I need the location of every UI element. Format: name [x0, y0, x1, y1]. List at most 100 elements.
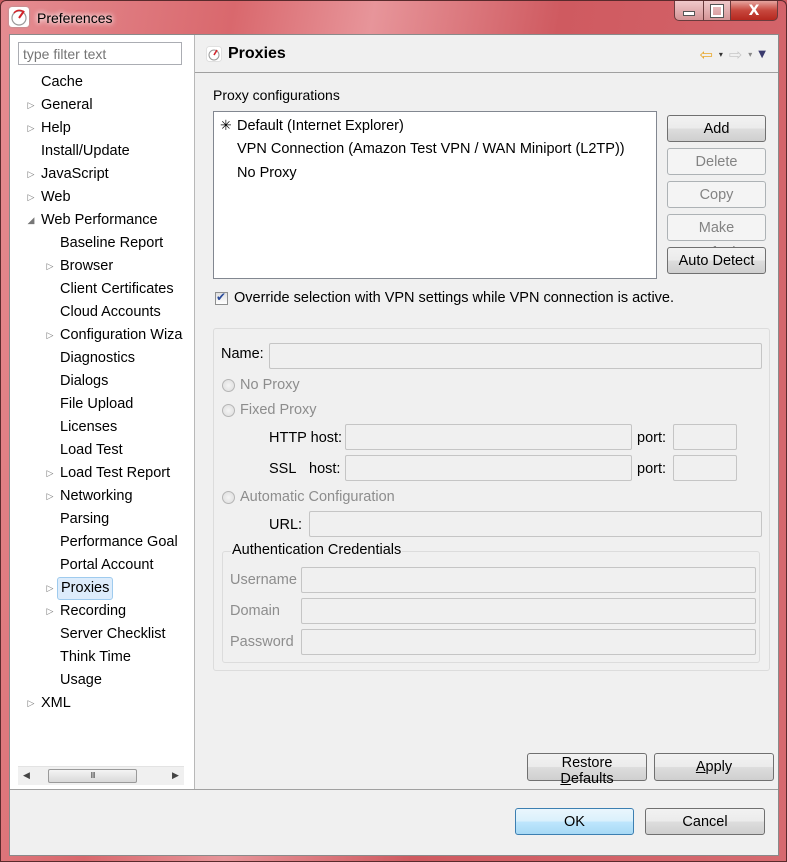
tree-item-diagnostics[interactable]: Diagnostics [10, 347, 194, 370]
no-proxy-radio-label: No Proxy [240, 377, 300, 393]
ssl-port-field[interactable] [673, 455, 737, 481]
tree-item-dialogs[interactable]: Dialogs [10, 370, 194, 393]
tree-item-label: Load Test Report [60, 465, 171, 481]
collapsed-triangle-icon[interactable]: ▷ [45, 600, 55, 623]
ok-button[interactable]: OK [515, 808, 634, 835]
back-arrow-icon[interactable]: ⇦ [699, 45, 712, 64]
tree-item-help[interactable]: ▷ Help [10, 117, 194, 140]
collapsed-triangle-icon[interactable]: ▷ [26, 163, 36, 186]
proxy-configuration-label: VPN Connection (Amazon Test VPN / WAN Mi… [237, 141, 625, 157]
domain-field[interactable] [301, 598, 756, 624]
url-field[interactable] [309, 511, 762, 537]
close-button[interactable]: X [731, 1, 778, 21]
collapsed-triangle-icon[interactable]: ▷ [26, 692, 36, 715]
override-vpn-label: Override selection with VPN settings whi… [234, 290, 675, 306]
tree-item-web[interactable]: ▷ Web [10, 186, 194, 209]
collapsed-triangle-icon[interactable]: ▷ [26, 186, 36, 209]
tree-item-client-certificates[interactable]: Client Certificates [10, 278, 194, 301]
collapsed-triangle-icon[interactable]: ▷ [26, 117, 36, 140]
tree-item-performance-goal[interactable]: Performance Goal [10, 531, 194, 554]
make-default-button[interactable]: Make Default [667, 214, 766, 261]
tree-item-label: Portal Account [60, 557, 154, 573]
tree-item-general[interactable]: ▷ General [10, 94, 194, 117]
collapsed-triangle-icon[interactable]: ▷ [26, 94, 36, 117]
minimize-button[interactable] [674, 1, 704, 21]
tree-item-label: Usage [60, 672, 102, 688]
ssl-host-field[interactable] [345, 455, 632, 481]
username-field[interactable] [301, 567, 756, 593]
tree-item-cloud-accounts[interactable]: Cloud Accounts [10, 301, 194, 324]
tree-item-baseline-report[interactable]: Baseline Report [10, 232, 194, 255]
tree-item-licenses[interactable]: Licenses [10, 416, 194, 439]
domain-label: Domain [230, 603, 280, 619]
radio-button-icon [222, 490, 235, 504]
tree-item-load-test-report[interactable]: ▷ Load Test Report [10, 462, 194, 485]
proxies-page: Proxies ⇦ ▾ ⇨ ▾ ▼ Proxy configurations ✳… [195, 35, 778, 789]
delete-button[interactable]: Delete [667, 148, 766, 175]
add-button[interactable]: Add [667, 115, 766, 142]
automatic-configuration-radio[interactable]: Automatic Configuration [222, 489, 395, 505]
auto-detect-button[interactable]: Auto Detect [667, 247, 766, 274]
tree-item-browser[interactable]: ▷ Browser [10, 255, 194, 278]
tree-item-load-test[interactable]: Load Test [10, 439, 194, 462]
proxy-configuration-item[interactable]: No Proxy [220, 162, 297, 185]
view-menu-icon[interactable]: ▼ [758, 49, 766, 60]
http-host-label: HTTP host: [269, 430, 343, 446]
collapsed-triangle-icon[interactable]: ▷ [45, 324, 55, 347]
tree-item-label: Server Checklist [60, 626, 166, 642]
fixed-proxy-radio[interactable]: Fixed Proxy [222, 402, 317, 418]
collapsed-triangle-icon[interactable]: ▷ [45, 577, 55, 600]
expanded-triangle-icon[interactable]: ◢ [26, 209, 36, 232]
scroll-grip-icon: III [90, 771, 95, 780]
title-bar[interactable]: Preferences X [1, 1, 786, 35]
forward-arrow-icon[interactable]: ⇨ [729, 45, 742, 64]
http-port-field[interactable] [673, 424, 737, 450]
collapsed-triangle-icon[interactable]: ▷ [45, 485, 55, 508]
collapsed-triangle-icon[interactable]: ▷ [45, 255, 55, 278]
maximize-button[interactable] [704, 1, 731, 21]
tree-item-think-time[interactable]: Think Time [10, 646, 194, 669]
http-host-field[interactable] [345, 424, 632, 450]
apply-button[interactable]: Apply [654, 753, 774, 781]
tree-item-web-performance[interactable]: ◢ Web Performance [10, 209, 194, 232]
tree-item-install-update[interactable]: Install/Update [10, 140, 194, 163]
tree-item-label: Client Certificates [60, 281, 174, 297]
scroll-left-arrow-icon[interactable]: ◀ [18, 767, 35, 785]
tree-item-portal-account[interactable]: Portal Account [10, 554, 194, 577]
tree-item-xml[interactable]: ▷ XML [10, 692, 194, 715]
tree-item-configuration-wiza[interactable]: ▷ Configuration Wiza [10, 324, 194, 347]
tree-item-label: Cache [41, 74, 83, 90]
tree-item-proxies[interactable]: ▷ Proxies [10, 577, 194, 600]
radio-button-icon [222, 378, 235, 392]
ssl-host-label: host: [309, 461, 341, 477]
tree-item-server-checklist[interactable]: Server Checklist [10, 623, 194, 646]
tree-item-networking[interactable]: ▷ Networking [10, 485, 194, 508]
forward-dropdown-icon[interactable]: ▾ [748, 50, 752, 59]
tree-item-cache[interactable]: Cache [10, 71, 194, 94]
proxy-configuration-item[interactable]: VPN Connection (Amazon Test VPN / WAN Mi… [220, 138, 625, 161]
tree-item-label: Help [41, 120, 71, 136]
cancel-button[interactable]: Cancel [645, 808, 765, 835]
collapsed-triangle-icon[interactable]: ▷ [45, 462, 55, 485]
scroll-thumb[interactable]: III [48, 769, 137, 783]
back-dropdown-icon[interactable]: ▾ [719, 50, 723, 59]
tree-item-recording[interactable]: ▷ Recording [10, 600, 194, 623]
override-vpn-checkbox-row[interactable]: Override selection with VPN settings whi… [215, 290, 674, 306]
proxy-configuration-item[interactable]: ✳ Default (Internet Explorer) [220, 114, 404, 137]
override-vpn-checkbox[interactable] [215, 290, 228, 305]
password-field[interactable] [301, 629, 756, 655]
scroll-right-arrow-icon[interactable]: ▶ [167, 767, 184, 785]
tree-item-file-upload[interactable]: File Upload [10, 393, 194, 416]
horizontal-scrollbar[interactable]: ◀ III ▶ [18, 766, 184, 785]
restore-defaults-button[interactable]: Restore Defaults [527, 753, 647, 787]
tree-item-parsing[interactable]: Parsing [10, 508, 194, 531]
no-proxy-radio[interactable]: No Proxy [222, 377, 300, 393]
filter-input[interactable] [18, 42, 182, 65]
default-star-icon: ✳ [220, 117, 232, 133]
proxy-configurations-list[interactable]: ✳ Default (Internet Explorer) VPN Connecti… [213, 111, 657, 279]
copy-button[interactable]: Copy [667, 181, 766, 208]
tree-item-usage[interactable]: Usage [10, 669, 194, 692]
tree-item-label: File Upload [60, 396, 134, 412]
tree-item-javascript[interactable]: ▷ JavaScript [10, 163, 194, 186]
name-field[interactable] [269, 343, 762, 369]
